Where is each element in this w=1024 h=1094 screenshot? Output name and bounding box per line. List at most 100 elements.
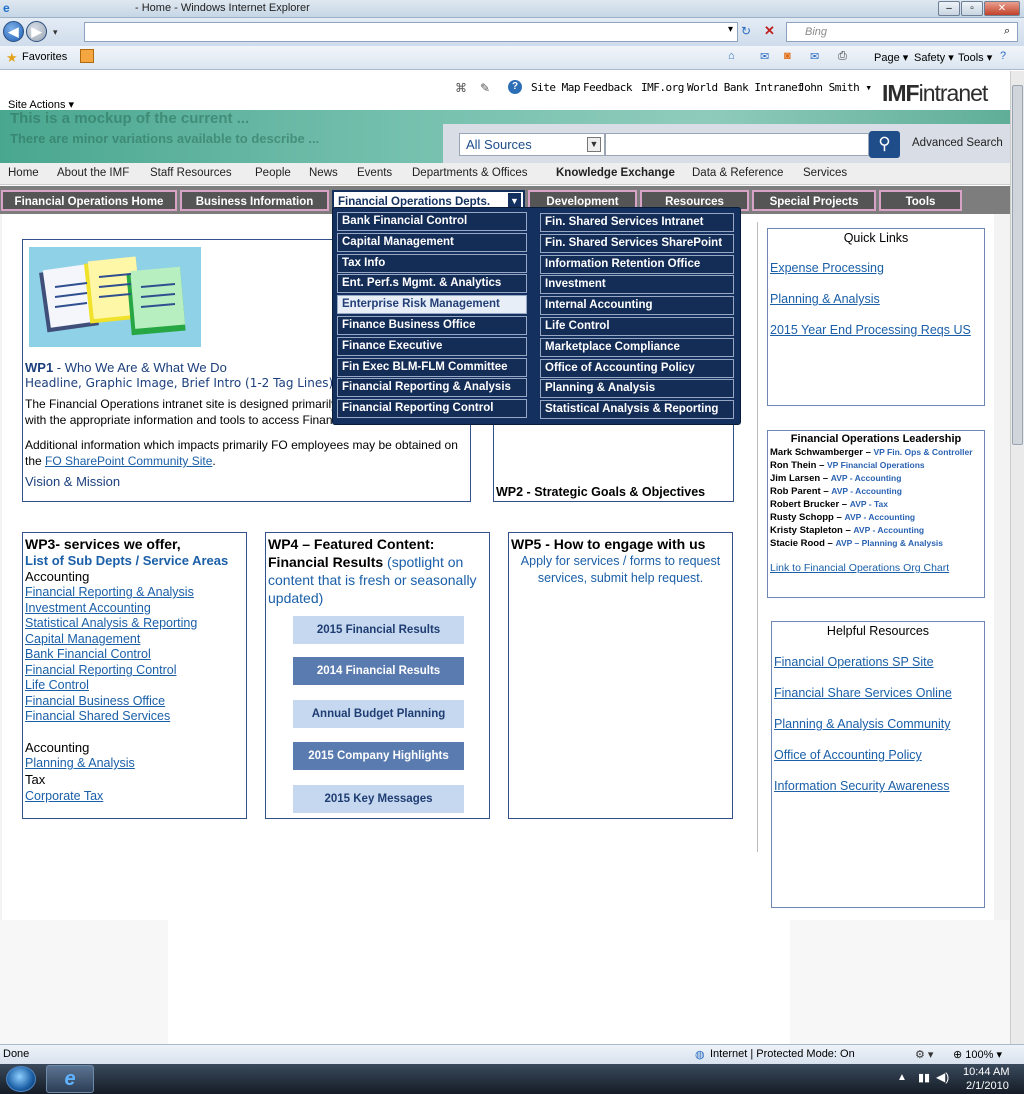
- resource-link-accounting-policy[interactable]: Office of Accounting Policy: [774, 748, 922, 762]
- network-icon[interactable]: ▮▮: [918, 1071, 930, 1084]
- dept-item-ent-perf-mgmt[interactable]: Ent. Perf.s Mgmt. & Analytics: [337, 274, 527, 293]
- security-zone[interactable]: Internet | Protected Mode: On: [710, 1048, 855, 1060]
- wp3-link-corporate-tax[interactable]: Corporate Tax: [25, 789, 103, 803]
- dept-item-planning-analysis[interactable]: Planning & Analysis: [540, 379, 734, 398]
- clock-date[interactable]: 2/1/2010: [966, 1080, 1009, 1092]
- address-input[interactable]: ▾: [84, 22, 738, 42]
- search-scope-select[interactable]: All Sources ▼: [459, 133, 605, 156]
- dept-item-bank-financial-control[interactable]: Bank Financial Control: [337, 212, 527, 231]
- wp3-link-investment-accounting[interactable]: Investment Accounting: [25, 601, 151, 615]
- help-icon[interactable]: ?: [1000, 50, 1006, 62]
- dept-item-statistical-analysis[interactable]: Statistical Analysis & Reporting: [540, 400, 734, 419]
- search-icon[interactable]: ⌕: [1004, 25, 1010, 38]
- top-link-site-map[interactable]: Site Map: [531, 81, 580, 94]
- resource-link-share-services[interactable]: Financial Share Services Online: [774, 686, 952, 700]
- tab-business-information[interactable]: Business Information: [180, 190, 329, 211]
- scrollbar-thumb[interactable]: [1012, 85, 1023, 445]
- user-menu[interactable]: John Smith ▾: [798, 81, 872, 94]
- page-scrollbar[interactable]: [1010, 71, 1024, 1044]
- vision-mission-link[interactable]: Vision & Mission: [25, 474, 120, 489]
- wp3-link-statistical-analysis[interactable]: Statistical Analysis & Reporting: [25, 616, 197, 630]
- resource-link-planning-community[interactable]: Planning & Analysis Community: [774, 717, 950, 731]
- bing-search-input[interactable]: Bing: [786, 22, 1018, 42]
- dept-item-marketplace-compliance[interactable]: Marketplace Compliance: [540, 338, 734, 357]
- nav-events[interactable]: Events: [357, 167, 392, 179]
- stop-icon[interactable]: ✕: [764, 23, 775, 39]
- top-link-world-bank[interactable]: World Bank Intranet: [687, 81, 804, 94]
- org-chart-link[interactable]: Link to Financial Operations Org Chart: [770, 562, 949, 574]
- close-window-button[interactable]: ✕: [984, 1, 1020, 16]
- pop-up-icon[interactable]: ⚙ ▾: [915, 1048, 933, 1061]
- mail-icon[interactable]: ✉: [810, 50, 819, 63]
- history-dropdown-icon[interactable]: ▾: [53, 27, 58, 38]
- button-2015-key-messages[interactable]: 2015 Key Messages: [293, 785, 464, 813]
- tag-icon[interactable]: ⌘: [455, 81, 467, 95]
- advanced-search-link[interactable]: Advanced Search: [912, 137, 1003, 149]
- home-icon[interactable]: ⌂: [728, 50, 735, 62]
- resource-link-fo-sp-site[interactable]: Financial Operations SP Site: [774, 655, 934, 669]
- wp3-link-life-control[interactable]: Life Control: [25, 678, 89, 692]
- dept-item-tax-info[interactable]: Tax Info: [337, 254, 527, 273]
- favorites-button[interactable]: Favorites: [22, 51, 67, 63]
- dept-item-life-control[interactable]: Life Control: [540, 317, 734, 336]
- tab-financial-operations-home[interactable]: Financial Operations Home: [1, 190, 177, 211]
- notes-icon[interactable]: ✎: [480, 81, 490, 95]
- nav-services[interactable]: Services: [803, 167, 847, 179]
- zoom-control[interactable]: ⊕ 100% ▾: [953, 1048, 1002, 1061]
- tab-special-projects[interactable]: Special Projects: [752, 190, 876, 211]
- tab-favicon-icon[interactable]: [80, 49, 94, 63]
- nav-people[interactable]: People: [255, 167, 291, 179]
- back-button[interactable]: ◀: [3, 21, 24, 42]
- print-icon[interactable]: ⎙: [838, 50, 847, 63]
- top-link-imf-org[interactable]: IMF.org: [641, 81, 684, 94]
- scope-dropdown-icon[interactable]: ▼: [587, 137, 601, 152]
- nav-news[interactable]: News: [309, 167, 338, 179]
- refresh-icon[interactable]: ↻: [741, 24, 751, 38]
- safety-menu[interactable]: Safety ▾: [914, 51, 954, 64]
- tab-tools[interactable]: Tools: [879, 190, 962, 211]
- dept-item-finance-business-office[interactable]: Finance Business Office: [337, 316, 527, 335]
- wp3-link-capital-management[interactable]: Capital Management: [25, 632, 140, 646]
- dept-item-fss-sharepoint[interactable]: Fin. Shared Services SharePoint: [540, 234, 734, 253]
- tray-arrow-icon[interactable]: ▲: [897, 1072, 907, 1083]
- dept-item-financial-reporting-control[interactable]: Financial Reporting Control: [337, 399, 527, 418]
- maximize-button[interactable]: ▫: [961, 1, 983, 16]
- button-2015-financial-results[interactable]: 2015 Financial Results: [293, 616, 464, 644]
- dept-item-investment[interactable]: Investment: [540, 275, 734, 294]
- address-dropdown-icon[interactable]: ▾: [728, 24, 733, 35]
- dept-item-financial-reporting-analysis[interactable]: Financial Reporting & Analysis: [337, 378, 527, 397]
- wp3-link-financial-reporting-analysis[interactable]: Financial Reporting & Analysis: [25, 585, 194, 599]
- wp3-link-financial-reporting-control[interactable]: Financial Reporting Control: [25, 663, 176, 677]
- dept-item-capital-management[interactable]: Capital Management: [337, 233, 527, 252]
- dept-item-information-retention[interactable]: Information Retention Office: [540, 255, 734, 274]
- forward-button[interactable]: ▶: [26, 21, 47, 42]
- search-button[interactable]: ⚲: [869, 131, 900, 158]
- nav-departments[interactable]: Departments & Offices: [412, 167, 527, 179]
- minimize-button[interactable]: –: [938, 1, 960, 16]
- quick-link-year-end-processing[interactable]: 2015 Year End Processing Reqs US: [770, 323, 971, 337]
- button-2014-financial-results[interactable]: 2014 Financial Results: [293, 657, 464, 685]
- dept-item-enterprise-risk-management[interactable]: Enterprise Risk Management: [337, 295, 527, 314]
- help-circle-icon[interactable]: ?: [508, 80, 522, 94]
- fo-sharepoint-link[interactable]: FO SharePoint Community Site: [45, 454, 212, 468]
- page-menu[interactable]: Page ▾: [874, 51, 908, 64]
- dept-item-fin-exec-committee[interactable]: Fin Exec BLM-FLM Committee: [337, 358, 527, 377]
- dept-item-internal-accounting[interactable]: Internal Accounting: [540, 296, 734, 315]
- button-2015-company-highlights[interactable]: 2015 Company Highlights: [293, 742, 464, 770]
- start-button[interactable]: [6, 1066, 36, 1092]
- quick-link-expense-processing[interactable]: Expense Processing: [770, 261, 884, 275]
- top-link-feedback[interactable]: Feedback: [583, 81, 632, 94]
- nav-about-imf[interactable]: About the IMF: [57, 167, 129, 179]
- button-annual-budget-planning[interactable]: Annual Budget Planning: [293, 700, 464, 728]
- wp3-link-financial-shared-services[interactable]: Financial Shared Services: [25, 709, 170, 723]
- quick-link-planning-analysis[interactable]: Planning & Analysis: [770, 292, 880, 306]
- resource-link-info-security[interactable]: Information Security Awareness: [774, 779, 950, 793]
- wp3-link-financial-business-office[interactable]: Financial Business Office: [25, 694, 165, 708]
- volume-icon[interactable]: ◀): [936, 1070, 949, 1084]
- site-search-input[interactable]: [605, 133, 869, 156]
- nav-data-reference[interactable]: Data & Reference: [692, 167, 783, 179]
- clock-time[interactable]: 10:44 AM: [963, 1066, 1009, 1078]
- rss-icon[interactable]: ◙: [784, 50, 791, 62]
- nav-staff-resources[interactable]: Staff Resources: [150, 167, 232, 179]
- nav-home[interactable]: Home: [8, 167, 39, 179]
